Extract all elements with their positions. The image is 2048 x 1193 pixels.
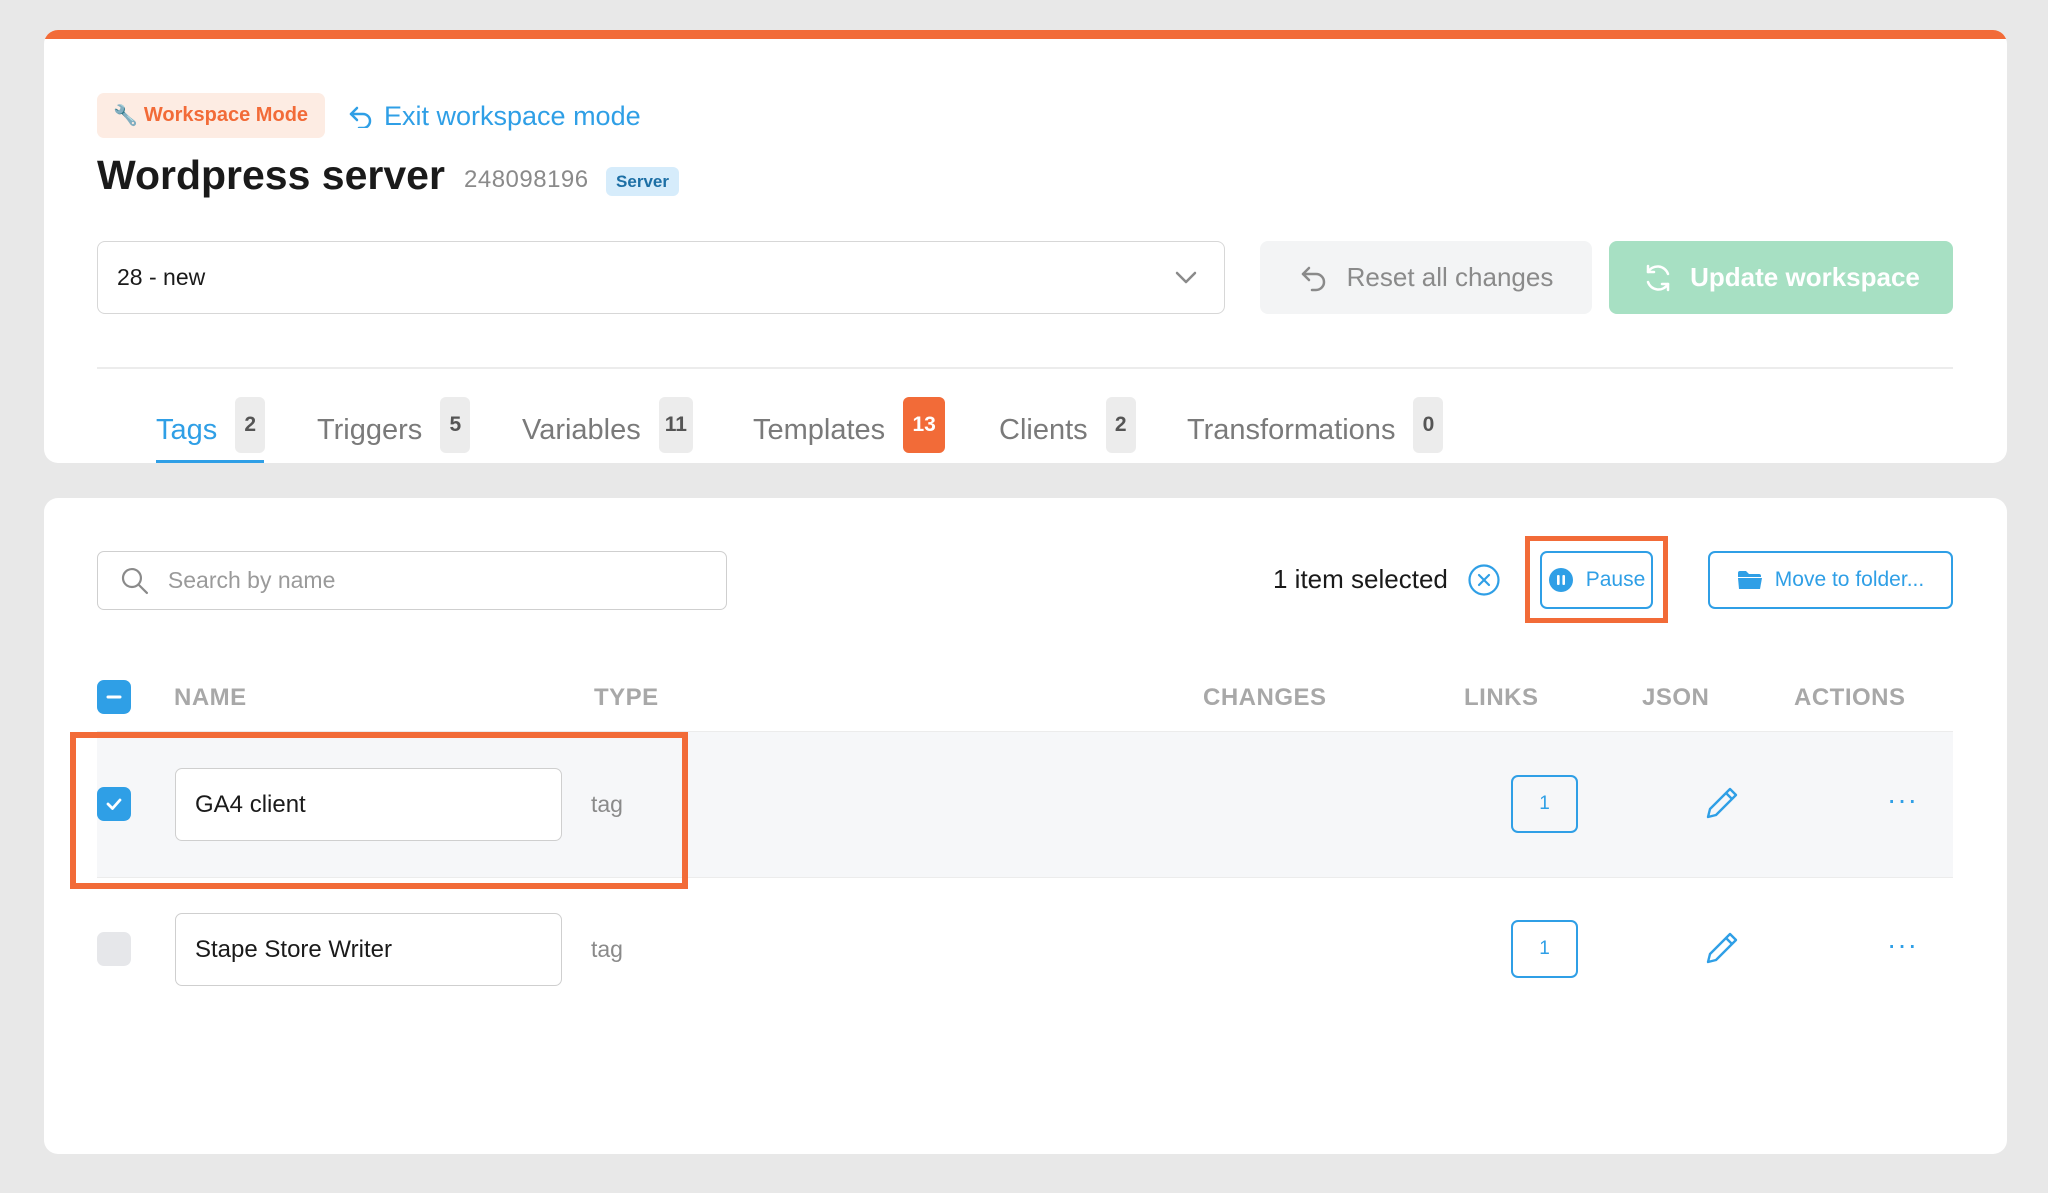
tab-count-badge: 5 xyxy=(440,397,471,453)
column-header-actions: ACTIONS xyxy=(1794,684,1906,711)
undo-arrow-icon xyxy=(1301,266,1325,291)
search-box[interactable] xyxy=(97,551,727,610)
container-id: 248098196 xyxy=(464,166,589,193)
move-to-folder-label: Move to folder... xyxy=(1774,568,1925,591)
tab-tags[interactable]: Tags 2 xyxy=(156,386,266,463)
update-workspace-button[interactable]: Update workspace xyxy=(1609,241,1953,314)
row-actions-menu[interactable]: ··· xyxy=(1887,784,1918,816)
tab-label: Transformations xyxy=(1187,414,1396,446)
tab-label: Triggers xyxy=(317,414,423,446)
move-to-folder-button[interactable]: Move to folder... xyxy=(1708,551,1953,609)
tab-clients[interactable]: Clients 2 xyxy=(999,386,1136,463)
page-title: Wordpress server xyxy=(97,152,445,198)
container-type-badge: Server xyxy=(606,167,679,196)
row-name: Stape Store Writer xyxy=(195,935,392,963)
workspace-mode-label: Workspace Mode xyxy=(143,104,309,126)
links-count: 1 xyxy=(1539,793,1550,814)
clear-selection-icon[interactable] xyxy=(1467,563,1501,597)
row-checkbox[interactable] xyxy=(97,932,131,966)
pencil-edit-icon[interactable] xyxy=(1700,926,1742,968)
tab-count-badge: 2 xyxy=(235,397,266,453)
undo-arrow-icon xyxy=(349,106,372,128)
reset-all-changes-button[interactable]: Reset all changes xyxy=(1260,241,1592,314)
folder-icon xyxy=(1737,571,1762,589)
reset-all-changes-label: Reset all changes xyxy=(1346,262,1554,292)
minus-icon xyxy=(106,695,122,699)
workspace-select-value: 28 - new xyxy=(117,264,206,290)
exit-workspace-label: Exit workspace mode xyxy=(384,100,641,131)
tab-count-badge: 13 xyxy=(903,397,946,453)
tab-label: Tags xyxy=(156,414,218,446)
tab-triggers[interactable]: Triggers 5 xyxy=(317,386,471,463)
selection-count: 1 item selected xyxy=(1273,564,1448,594)
workspace-mode-badge: 🔧 Workspace Mode xyxy=(97,93,325,138)
workspace-header-card: 🔧 Workspace Mode Exit workspace mode Wor… xyxy=(44,30,2007,463)
row-actions-menu[interactable]: ··· xyxy=(1887,929,1918,961)
update-workspace-label: Update workspace xyxy=(1690,262,1920,292)
pause-label: Pause xyxy=(1585,568,1646,591)
pause-icon xyxy=(1548,568,1573,592)
column-header-json: JSON xyxy=(1642,684,1710,711)
links-count-button[interactable]: 1 xyxy=(1511,775,1578,833)
exit-workspace-link[interactable]: Exit workspace mode xyxy=(348,98,641,134)
search-icon xyxy=(121,567,148,594)
search-input[interactable] xyxy=(167,567,726,594)
chevron-down-icon xyxy=(1175,271,1197,284)
row-name-field[interactable]: Stape Store Writer xyxy=(175,913,562,986)
links-count-button[interactable]: 1 xyxy=(1511,920,1578,978)
tab-count-badge: 11 xyxy=(658,397,693,453)
tab-label: Variables xyxy=(522,414,641,446)
tab-templates[interactable]: Templates 13 xyxy=(753,386,946,463)
row-type: tag xyxy=(591,936,623,962)
wrench-icon: 🔧 xyxy=(113,105,138,127)
column-header-links: LINKS xyxy=(1464,684,1539,711)
tab-count-badge: 2 xyxy=(1105,397,1136,453)
row-highlight-frame xyxy=(70,732,688,889)
tags-list-card: 1 item selected Pause Move to folder... … xyxy=(44,498,2007,1154)
tab-transformations[interactable]: Transformations 0 xyxy=(1187,386,1444,463)
tab-label: Clients xyxy=(999,414,1088,446)
links-count: 1 xyxy=(1539,938,1550,959)
pause-button[interactable]: Pause xyxy=(1540,551,1653,609)
workspace-select[interactable]: 28 - new xyxy=(97,241,1225,314)
column-header-type[interactable]: TYPE xyxy=(594,684,659,712)
column-header-changes: CHANGES xyxy=(1203,684,1327,711)
select-all-checkbox[interactable] xyxy=(97,680,131,714)
header-divider xyxy=(97,367,1953,369)
refresh-icon xyxy=(1646,264,1670,291)
pencil-edit-icon[interactable] xyxy=(1700,781,1742,823)
table-row[interactable]: Stape Store Writer tag 1 ··· xyxy=(97,878,1953,1023)
tab-variables[interactable]: Variables 11 xyxy=(522,386,693,463)
tab-count-badge: 0 xyxy=(1413,397,1444,453)
tab-label: Templates xyxy=(753,414,886,446)
column-header-name[interactable]: NAME xyxy=(174,684,247,712)
